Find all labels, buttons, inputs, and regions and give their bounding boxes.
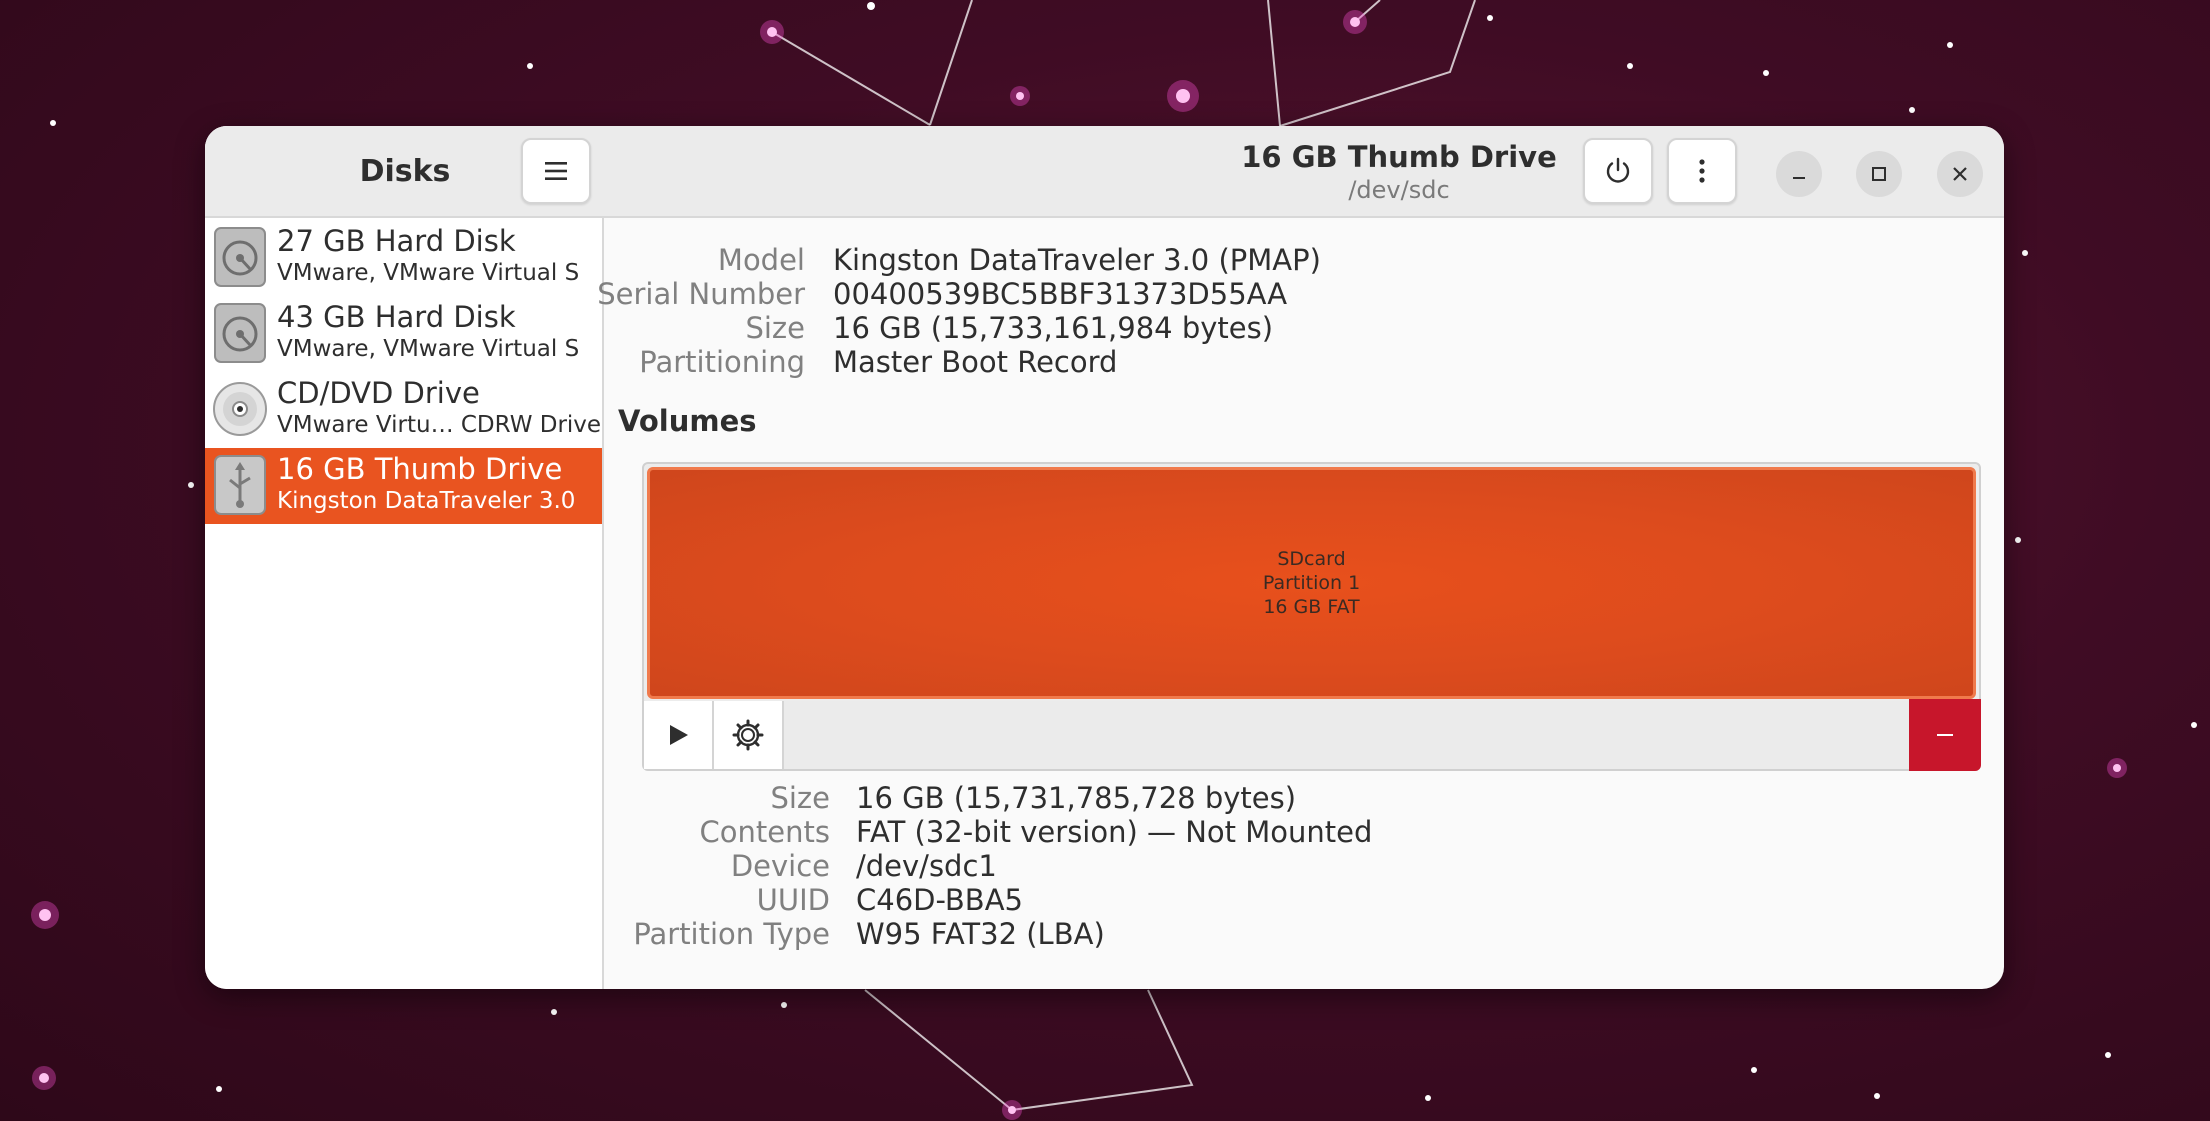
disk-name: 43 GB Hard Disk — [277, 300, 516, 334]
volumes-heading: Volumes — [618, 404, 757, 438]
disk-subtitle: VMware Virtu… CDRW Drive — [277, 412, 602, 438]
power-icon — [1606, 157, 1630, 183]
header-bar: 16 GB Thumb Drive /dev/sdc — [604, 126, 2004, 218]
main-menu-button[interactable] — [521, 138, 591, 204]
disk-item-16gb-thumb-drive[interactable]: 16 GB Thumb Drive Kingston DataTraveler … — [205, 448, 602, 524]
mount-button[interactable] — [644, 701, 714, 769]
size-value: 16 GB (15,733,161,984 bytes) — [833, 311, 1274, 345]
disk-subtitle: VMware, VMware Virtual S — [277, 260, 580, 286]
volume-size-label: Size — [770, 781, 830, 815]
maximize-icon — [1872, 167, 1886, 181]
disk-name: 27 GB Hard Disk — [277, 224, 516, 258]
close-button[interactable] — [1937, 151, 1983, 197]
disk-item-43gb-hard-disk[interactable]: 43 GB Hard Disk VMware, VMware Virtual S — [205, 296, 602, 372]
disks-window: Disks 27 GB Hard Disk VMware, VMware Vir… — [205, 126, 2004, 989]
delete-partition-button[interactable] — [1909, 699, 1981, 771]
device-label: Device — [730, 849, 830, 883]
power-off-button[interactable] — [1583, 138, 1653, 204]
disk-subtitle: Kingston DataTraveler 3.0 — [277, 488, 576, 514]
partition-label: SDcard — [1277, 548, 1346, 570]
volume-toolbar — [642, 699, 1981, 771]
model-value: Kingston DataTraveler 3.0 (PMAP) — [833, 243, 1321, 277]
hard-disk-icon — [214, 227, 266, 287]
play-icon — [670, 725, 688, 745]
disk-item-27gb-hard-disk[interactable]: 27 GB Hard Disk VMware, VMware Virtual S — [205, 220, 602, 296]
optical-disc-icon — [213, 382, 267, 436]
maximize-button[interactable] — [1856, 151, 1902, 197]
disk-name: CD/DVD Drive — [277, 376, 480, 410]
disk-list: 27 GB Hard Disk VMware, VMware Virtual S… — [205, 220, 602, 524]
disk-item-cd-dvd-drive[interactable]: CD/DVD Drive VMware Virtu… CDRW Drive — [205, 372, 602, 448]
partition-summary: 16 GB FAT — [1263, 596, 1360, 618]
usb-drive-icon — [214, 455, 266, 515]
partition-type-value: W95 FAT32 (LBA) — [856, 917, 1105, 951]
close-icon — [1953, 167, 1967, 181]
partition-type-label: Partition Type — [633, 917, 830, 951]
drive-options-button[interactable] — [1667, 138, 1737, 204]
partitioning-label: Partitioning — [639, 345, 805, 379]
disk-name: 16 GB Thumb Drive — [277, 452, 563, 486]
volume-map: SDcard Partition 1 16 GB FAT — [642, 462, 1981, 706]
serial-number-label: Serial Number — [597, 277, 805, 311]
gear-icon — [732, 719, 764, 751]
uuid-value: C46D-BBA5 — [856, 883, 1023, 917]
minus-icon — [1937, 734, 1953, 736]
serial-number-value: 00400539BC5BBF31373D55AA — [833, 277, 1288, 311]
disk-subtitle: VMware, VMware Virtual S — [277, 336, 580, 362]
hard-disk-icon — [214, 303, 266, 363]
partitioning-value: Master Boot Record — [833, 345, 1118, 379]
uuid-label: UUID — [756, 883, 830, 917]
model-label: Model — [717, 243, 805, 277]
more-vertical-icon — [1699, 159, 1705, 183]
partition-options-button[interactable] — [714, 701, 784, 769]
minimize-icon — [1793, 177, 1805, 179]
sidebar: Disks 27 GB Hard Disk VMware, VMware Vir… — [205, 126, 604, 989]
contents-label: Contents — [699, 815, 830, 849]
minimize-button[interactable] — [1776, 151, 1822, 197]
size-label: Size — [745, 311, 805, 345]
hamburger-menu-icon — [545, 162, 567, 180]
volume-size-value: 16 GB (15,731,785,728 bytes) — [856, 781, 1297, 815]
partition-name: Partition 1 — [1262, 572, 1361, 594]
device-value: /dev/sdc1 — [856, 849, 997, 883]
partition-block[interactable]: SDcard Partition 1 16 GB FAT — [647, 467, 1976, 699]
contents-value: FAT (32-bit version) — Not Mounted — [856, 815, 1373, 849]
sidebar-header: Disks — [205, 126, 604, 218]
